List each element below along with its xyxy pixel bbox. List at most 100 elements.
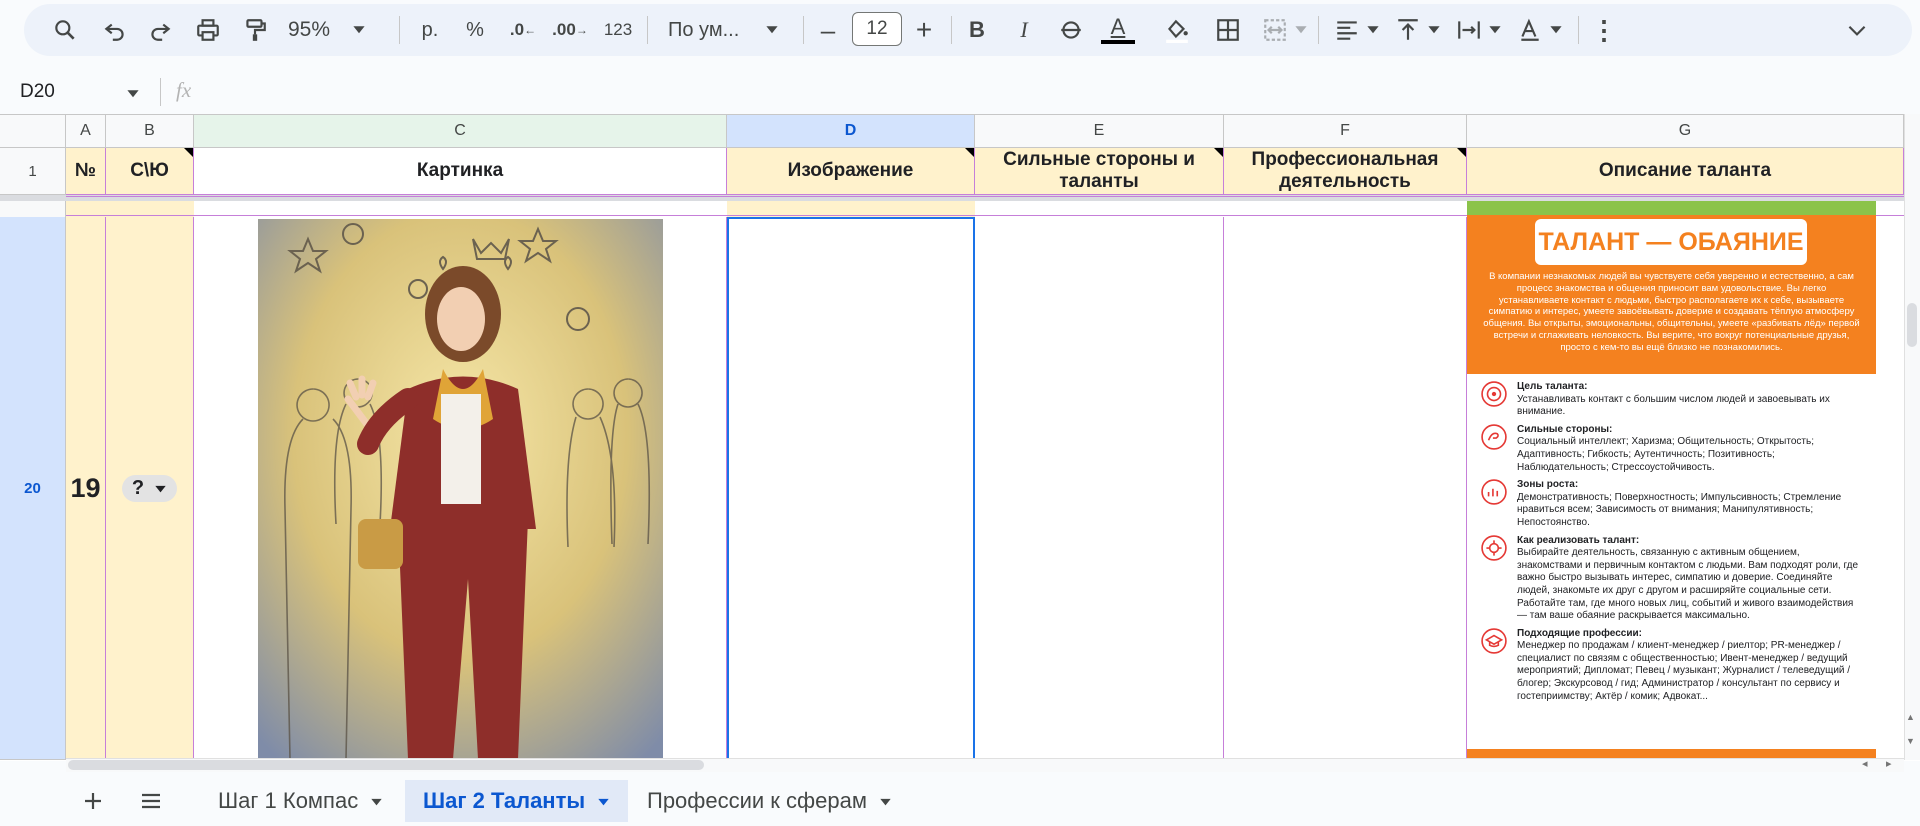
cell-number[interactable]: 19	[66, 217, 106, 760]
card-section-heading: Подходящие профессии:	[1517, 627, 1642, 639]
chevron-down-icon[interactable]	[879, 795, 892, 808]
sheet-tab-professions[interactable]: Профессии к сферам	[629, 780, 910, 822]
sheet-tab-compass[interactable]: Шаг 1 Компас	[200, 780, 401, 822]
header-cell-strengths-label: Сильные стороны и таланты	[1003, 149, 1195, 192]
font-family-select[interactable]: По ум...	[668, 14, 788, 46]
cell-strengths[interactable]	[975, 217, 1224, 760]
sheet-tab-label: Профессии к сферам	[647, 788, 867, 813]
header-cell-profession-label: Профессиональная деятельность	[1251, 149, 1439, 192]
increase-decimal-button[interactable]: .00 →	[551, 14, 589, 46]
toolbar-divider	[1318, 16, 1319, 44]
chevron-down-icon[interactable]	[597, 795, 610, 808]
card-section-text: Устанавливать контакт с большим числом л…	[1517, 393, 1830, 418]
card-section-text: Менеджер по продажам / клиент-менеджер /…	[1517, 640, 1851, 702]
talent-card[interactable]: ТАЛАНТ — ОБАЯНИЕ В компании незнакомых л…	[1467, 201, 1876, 760]
column-header-g[interactable]: G	[1467, 115, 1904, 148]
font-family-value: По ум...	[668, 18, 740, 41]
search-menus-icon[interactable]	[50, 14, 80, 46]
cell-image-selected[interactable]	[727, 217, 975, 760]
add-sheet-icon[interactable]	[78, 786, 108, 816]
paint-format-icon[interactable]	[240, 14, 270, 46]
card-section: Сильные стороны: Социальный интеллект; Ха…	[1481, 424, 1866, 474]
note-indicator	[965, 148, 974, 157]
font-size-input[interactable]: 12	[852, 12, 902, 46]
text-rotation-icon[interactable]	[1516, 14, 1564, 46]
bold-button[interactable]: B	[962, 14, 992, 46]
column-header-a[interactable]: A	[66, 115, 106, 148]
horizontal-scroll-thumb[interactable]	[68, 760, 704, 770]
increase-font-size-button[interactable]: +	[910, 14, 938, 46]
chevron-down-icon	[1427, 18, 1441, 42]
strikethrough-icon[interactable]	[1056, 14, 1086, 46]
scroll-up-arrow-icon[interactable]: ▲	[1906, 712, 1915, 722]
text-color-label: A	[1110, 14, 1126, 39]
card-section: Как реализовать талант: Выбирайте деятель…	[1481, 535, 1866, 623]
dropdown-chip[interactable]: ?	[121, 475, 178, 502]
cell-profession[interactable]	[1224, 217, 1467, 760]
column-header-b[interactable]: B	[106, 115, 194, 148]
card-section: Цель таланта: Устанавливать контакт с бол…	[1481, 381, 1866, 419]
scroll-down-arrow-icon[interactable]: ▼	[1906, 736, 1915, 746]
select-all-corner[interactable]	[0, 115, 66, 148]
formula-input[interactable]	[210, 76, 1910, 108]
name-box-value: D20	[20, 81, 55, 102]
talent-illustration[interactable]	[258, 219, 663, 760]
header-cell-type[interactable]: С\Ю	[106, 148, 194, 195]
horizontal-align-icon[interactable]	[1334, 14, 1380, 46]
redo-icon[interactable]	[145, 14, 175, 46]
card-section-body: Цель таланта: Устанавливать контакт с бол…	[1517, 381, 1866, 419]
more-options-button[interactable]: ⋮	[1590, 14, 1618, 46]
percent-format-button[interactable]: %	[460, 14, 490, 46]
name-box[interactable]: D20	[0, 76, 160, 108]
strength-icon	[1481, 424, 1507, 450]
row-header-1[interactable]: 1	[0, 148, 66, 195]
decrease-font-size-button[interactable]: –	[816, 14, 840, 46]
number-format-button[interactable]: 123	[600, 14, 636, 46]
header-cell-strengths[interactable]: Сильные стороны и таланты	[975, 148, 1224, 195]
zoom-value: 95%	[288, 18, 331, 41]
column-header-e[interactable]: E	[975, 115, 1224, 148]
borders-icon[interactable]	[1213, 14, 1243, 46]
header-cell-picture[interactable]: Картинка	[194, 148, 727, 195]
chevron-down-icon	[1488, 18, 1502, 42]
column-header-d[interactable]: D	[727, 115, 975, 148]
graduation-cap-icon	[1481, 627, 1507, 654]
decrease-decimal-button[interactable]: .0 ←	[506, 14, 540, 46]
merge-cells-icon[interactable]	[1262, 14, 1308, 46]
header-cell-image[interactable]: Изображение	[727, 148, 975, 195]
text-color-swatch	[1101, 40, 1135, 44]
vertical-scrollbar[interactable]	[1904, 114, 1920, 760]
row-header-20[interactable]: 20	[0, 217, 66, 760]
fill-color-icon[interactable]	[1160, 14, 1194, 46]
vertical-align-icon[interactable]	[1395, 14, 1441, 46]
scroll-right-arrow-icon[interactable]: ▸	[1886, 757, 1892, 770]
note-indicator	[1457, 148, 1466, 157]
chevron-down-icon	[1549, 18, 1563, 42]
text-wrapping-icon[interactable]	[1455, 14, 1503, 46]
chevron-down-icon	[126, 84, 140, 106]
sheet-tab-label: Шаг 2 Таланты	[423, 788, 586, 813]
sheet-tab-talents[interactable]: Шаг 2 Таланты	[405, 780, 629, 822]
header-cell-description[interactable]: Описание таланта	[1467, 148, 1904, 195]
dropdown-chip-value: ?	[131, 477, 145, 499]
card-section-heading: Зоны роста:	[1517, 479, 1579, 491]
header-cell-number[interactable]: №	[66, 148, 106, 195]
vertical-scroll-thumb[interactable]	[1907, 303, 1917, 347]
chevron-down-icon	[352, 18, 366, 42]
header-cell-profession[interactable]: Профессиональная деятельность	[1224, 148, 1467, 195]
italic-button[interactable]: I	[1009, 14, 1039, 46]
column-header-c[interactable]: C	[194, 115, 727, 148]
column-header-f[interactable]: F	[1224, 115, 1467, 148]
currency-format-button[interactable]: р.	[415, 14, 445, 46]
card-section-heading: Как реализовать талант:	[1517, 534, 1640, 546]
undo-icon[interactable]	[100, 14, 130, 46]
collapse-toolbar-icon[interactable]	[1842, 14, 1872, 46]
cell-type[interactable]: ?	[106, 217, 194, 760]
text-color-button[interactable]: A	[1100, 14, 1136, 46]
scroll-left-arrow-icon[interactable]: ◂	[1862, 757, 1868, 770]
print-icon[interactable]	[193, 14, 223, 46]
chevron-down-icon[interactable]	[370, 795, 383, 808]
zoom-select[interactable]: 95%	[288, 14, 378, 46]
note-indicator	[1214, 148, 1223, 157]
all-sheets-menu-icon[interactable]	[136, 786, 166, 816]
